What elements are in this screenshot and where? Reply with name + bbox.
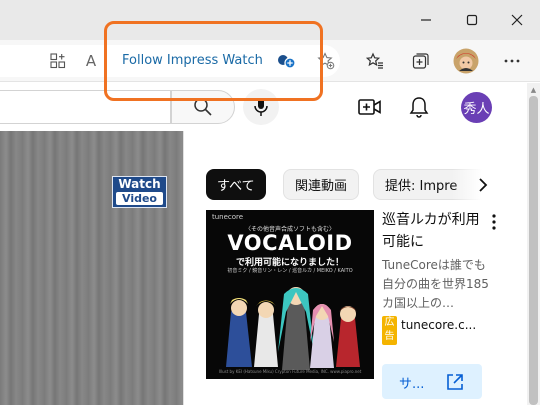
bell-icon: [409, 97, 429, 118]
read-aloud-button[interactable]: A: [78, 48, 104, 74]
collections-button[interactable]: [408, 48, 434, 74]
thumbnail-brand: tunecore: [212, 213, 244, 221]
ad-cta-label: サ...: [399, 377, 425, 392]
video-player[interactable]: [0, 131, 183, 405]
chips-next-button[interactable]: [471, 172, 495, 198]
screen: A Follow Impress Watch 秀人 ▲ Watch Video …: [0, 0, 540, 405]
ad-thumbnail[interactable]: tunecore 〈その他音声合成ソフトも含む〉 VOCALOID で利用可能に…: [206, 210, 374, 379]
ad-title[interactable]: 巡音ルカが利用可能に: [382, 209, 488, 253]
more-horizontal-icon: [504, 59, 520, 63]
collections-icon: [412, 53, 429, 69]
logo-line-2: Video: [116, 192, 163, 205]
settings-more-button[interactable]: [499, 48, 525, 74]
video-create-icon: [358, 99, 381, 115]
minimize-icon: [421, 19, 431, 21]
ad-cta-button[interactable]: サ...: [382, 364, 482, 399]
maximize-button[interactable]: [449, 0, 495, 40]
minimize-button[interactable]: [403, 0, 449, 40]
watch-video-logo: Watch Video: [112, 176, 167, 208]
follow-highlight-box: [104, 21, 323, 101]
profile-avatar-icon: [453, 48, 479, 74]
notifications-button[interactable]: [406, 94, 432, 120]
ad-description: TuneCoreは誰でも自分の曲を世界185カ国以上の…: [382, 258, 489, 310]
ad-badge: 広告: [382, 316, 397, 345]
thumbnail-footer: Illust by KEI (Hatsune Miku) Crypton Fut…: [218, 369, 362, 374]
maximize-icon: [466, 14, 478, 26]
chip-related[interactable]: 関連動画: [283, 169, 360, 200]
ad-menu-button[interactable]: [487, 212, 501, 232]
apps-grid-icon: [50, 53, 66, 69]
scroll-up-arrow-icon[interactable]: ▲: [529, 86, 538, 94]
thumbnail-headline: VOCALOID: [227, 231, 353, 255]
account-avatar[interactable]: 秀人: [461, 92, 492, 123]
more-vertical-icon: [492, 214, 496, 230]
profile-button[interactable]: [452, 47, 480, 75]
player-divider: [183, 131, 184, 405]
create-button[interactable]: [357, 94, 383, 120]
favorites-list-icon: [366, 52, 383, 69]
chevron-right-icon: [479, 178, 488, 192]
favorites-button[interactable]: [362, 48, 388, 74]
app-available-button[interactable]: [45, 48, 71, 74]
close-icon: [511, 14, 523, 26]
chip-all[interactable]: すべて: [206, 169, 266, 200]
open-external-icon: [445, 372, 465, 392]
read-aloud-icon: A: [85, 52, 97, 70]
scrollbar-thumb[interactable]: [529, 96, 538, 405]
close-window-button[interactable]: [494, 0, 540, 40]
logo-line-1: Watch: [118, 177, 161, 191]
ad-domain[interactable]: tunecore.c...: [401, 318, 476, 332]
characters-illustration: [226, 287, 360, 370]
